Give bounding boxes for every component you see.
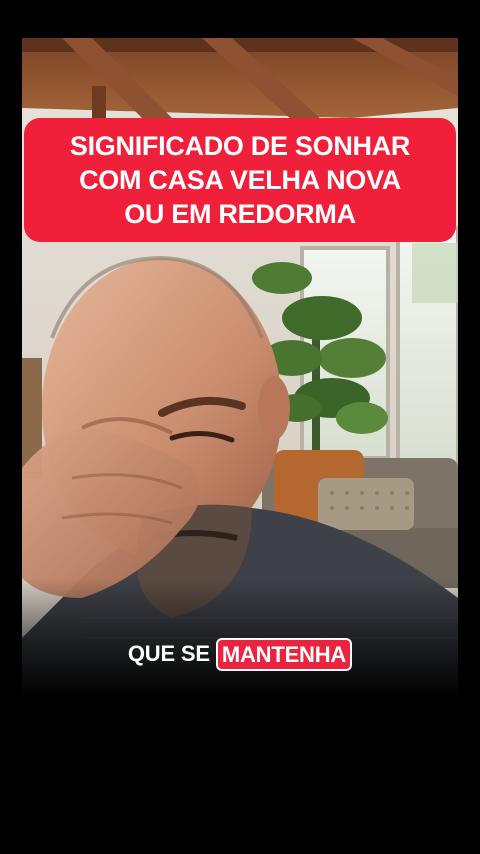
title-line-3: OU EM REDORMA bbox=[124, 199, 356, 229]
subtitle-caption: QUE SE MANTENHA bbox=[0, 636, 480, 672]
title-banner: SIGNIFICADO DE SONHAR COM CASA VELHA NOV… bbox=[24, 118, 456, 242]
caption-highlight-word: MANTENHA bbox=[215, 637, 353, 671]
video-frame: SIGNIFICADO DE SONHAR COM CASA VELHA NOV… bbox=[0, 0, 480, 854]
title-line-2: COM CASA VELHA NOVA bbox=[79, 165, 401, 195]
title-line-1: SIGNIFICADO DE SONHAR bbox=[69, 131, 411, 161]
caption-text: QUE SE bbox=[127, 641, 210, 666]
